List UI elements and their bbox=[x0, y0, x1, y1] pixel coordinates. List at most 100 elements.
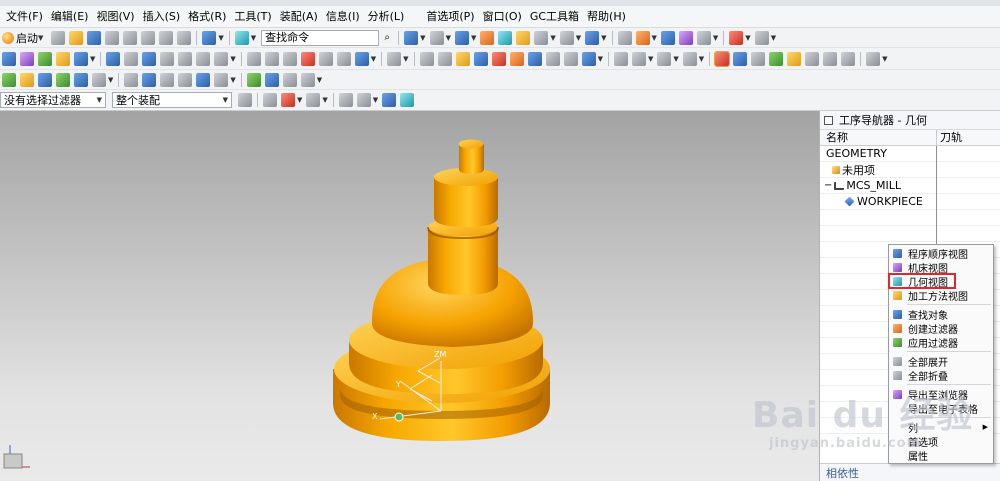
generate-path-icon[interactable] bbox=[106, 51, 121, 66]
menu-item-properties[interactable]: 属性 bbox=[889, 448, 993, 463]
eye-icon[interactable] bbox=[696, 30, 711, 45]
setup-list-icon[interactable] bbox=[264, 72, 279, 87]
object-display-icon[interactable] bbox=[318, 51, 333, 66]
probe-icon[interactable] bbox=[751, 51, 766, 66]
wave-icon[interactable] bbox=[635, 30, 650, 45]
table-icon[interactable] bbox=[282, 72, 297, 87]
program-view-icon[interactable] bbox=[20, 72, 34, 87]
cube-select-icon[interactable] bbox=[382, 93, 397, 107]
pattern-icon[interactable] bbox=[563, 51, 578, 66]
command-finder-icon[interactable] bbox=[234, 30, 249, 45]
shaded-cube-icon[interactable] bbox=[454, 30, 469, 45]
method-view-icon[interactable] bbox=[74, 72, 88, 87]
postprocess-icon[interactable] bbox=[178, 51, 193, 66]
pen-icon[interactable] bbox=[805, 51, 820, 66]
menu-tools[interactable]: 工具(T) bbox=[230, 7, 275, 27]
fit-view-icon[interactable] bbox=[404, 30, 419, 45]
ruler-icon[interactable] bbox=[754, 30, 769, 45]
snap-grid-icon[interactable] bbox=[306, 93, 321, 107]
object-delete-icon[interactable] bbox=[300, 51, 315, 66]
accept-icon[interactable] bbox=[246, 72, 261, 87]
cut-icon[interactable] bbox=[123, 30, 138, 45]
ops-icon[interactable] bbox=[92, 72, 106, 87]
section-icon[interactable] bbox=[545, 51, 560, 66]
menu-item-columns[interactable]: 列 ▶ bbox=[889, 420, 993, 435]
menu-item-export-browser[interactable]: 导出至浏览器 bbox=[889, 387, 993, 402]
menu-view[interactable]: 视图(V) bbox=[92, 7, 138, 27]
replay-path-icon[interactable] bbox=[124, 51, 139, 66]
crosshair-icon[interactable] bbox=[338, 93, 353, 107]
snap-box-icon[interactable] bbox=[281, 93, 295, 107]
open-folder-icon[interactable] bbox=[69, 30, 84, 45]
tree-node-unused[interactable]: 未用项 bbox=[820, 162, 1000, 178]
menu-item-geometry-view[interactable]: 几何视图 bbox=[888, 273, 956, 289]
object-edit-icon[interactable] bbox=[246, 51, 261, 66]
menu-item-machine-view[interactable]: 机床视图 bbox=[889, 260, 993, 275]
print-icon[interactable] bbox=[105, 30, 120, 45]
create-geometry-icon[interactable] bbox=[38, 51, 52, 66]
display-mode-icon[interactable] bbox=[559, 30, 574, 45]
tree-node-mcs-mill[interactable]: − MCS_MILL bbox=[820, 178, 1000, 194]
note-icon[interactable] bbox=[841, 51, 856, 66]
menu-assembly[interactable]: 装配(A) bbox=[276, 7, 322, 27]
column-header-name[interactable]: 名称 bbox=[820, 130, 937, 145]
target-icon[interactable] bbox=[491, 51, 506, 66]
export-icon[interactable] bbox=[300, 72, 315, 87]
display-object-icon[interactable] bbox=[124, 72, 139, 87]
dependencies-panel-header[interactable]: 相依性 bbox=[820, 463, 1000, 481]
snap-point-icon[interactable] bbox=[263, 93, 277, 107]
menu-item-create-filter[interactable]: 创建过滤器 bbox=[889, 321, 993, 336]
selection-filter-select[interactable]: 没有选择过滤器 ▼ bbox=[0, 92, 106, 108]
paste-icon[interactable] bbox=[159, 30, 174, 45]
object-cut-icon[interactable] bbox=[264, 51, 279, 66]
camera-icon[interactable] bbox=[498, 30, 513, 45]
move-object-icon[interactable] bbox=[660, 30, 675, 45]
menu-insert[interactable]: 插入(S) bbox=[139, 7, 185, 27]
display-list-icon[interactable] bbox=[160, 72, 175, 87]
close-icon[interactable] bbox=[866, 51, 881, 66]
menu-information[interactable]: 信息(I) bbox=[322, 7, 364, 27]
layer-icon[interactable] bbox=[516, 30, 531, 45]
spline-icon[interactable] bbox=[509, 51, 524, 66]
menu-item-machining-method-view[interactable]: 加工方法视图 bbox=[889, 288, 993, 303]
object-copy-icon[interactable] bbox=[282, 51, 297, 66]
menu-item-apply-filter[interactable]: 应用过滤器 bbox=[889, 335, 993, 350]
background-icon[interactable] bbox=[534, 30, 549, 45]
copy-icon[interactable] bbox=[141, 30, 156, 45]
selection-box-icon[interactable] bbox=[356, 93, 371, 107]
sketch-icon[interactable] bbox=[437, 51, 452, 66]
magnet-icon[interactable] bbox=[678, 30, 693, 45]
save-icon[interactable] bbox=[87, 30, 102, 45]
menu-item-program-order-view[interactable]: 程序顺序视图 bbox=[889, 246, 993, 261]
verify-path-icon[interactable] bbox=[142, 51, 157, 66]
add-icon[interactable] bbox=[769, 51, 784, 66]
menu-gc-toolkit[interactable]: GC工具箱 bbox=[526, 7, 583, 27]
line-icon[interactable] bbox=[682, 51, 697, 66]
menu-analysis[interactable]: 分析(L) bbox=[364, 7, 409, 27]
menu-item-preferences[interactable]: 首选项 bbox=[889, 434, 993, 449]
display-tool-icon[interactable] bbox=[196, 72, 211, 87]
machine-view-icon[interactable] bbox=[38, 72, 52, 87]
menu-format[interactable]: 格式(R) bbox=[184, 7, 230, 27]
flag-icon[interactable] bbox=[613, 51, 628, 66]
batch-icon[interactable] bbox=[214, 51, 229, 66]
tool-icon[interactable] bbox=[733, 51, 748, 66]
layout-icon[interactable] bbox=[455, 51, 470, 66]
menu-item-expand-all[interactable]: 全部展开 bbox=[889, 354, 993, 369]
list-path-icon[interactable] bbox=[160, 51, 175, 66]
display-path-icon[interactable] bbox=[142, 72, 157, 87]
new-file-icon[interactable] bbox=[51, 30, 66, 45]
orient-view-icon[interactable] bbox=[480, 30, 495, 45]
shop-doc-icon[interactable] bbox=[196, 51, 211, 66]
start-button[interactable]: 启动 ▼ bbox=[0, 30, 45, 46]
tree-node-workpiece[interactable]: WORKPIECE bbox=[820, 194, 1000, 210]
menu-file[interactable]: 文件(F) bbox=[2, 7, 47, 27]
curve-tool-icon[interactable] bbox=[419, 51, 434, 66]
command-search-input[interactable]: 查找命令 bbox=[261, 29, 380, 46]
key-icon[interactable] bbox=[787, 51, 802, 66]
snap-view-icon[interactable] bbox=[585, 30, 600, 45]
blend-icon[interactable] bbox=[581, 51, 596, 66]
object-transform-icon[interactable] bbox=[354, 51, 369, 66]
checkmark-icon[interactable] bbox=[2, 72, 16, 87]
menu-window[interactable]: 窗口(O) bbox=[479, 7, 526, 27]
